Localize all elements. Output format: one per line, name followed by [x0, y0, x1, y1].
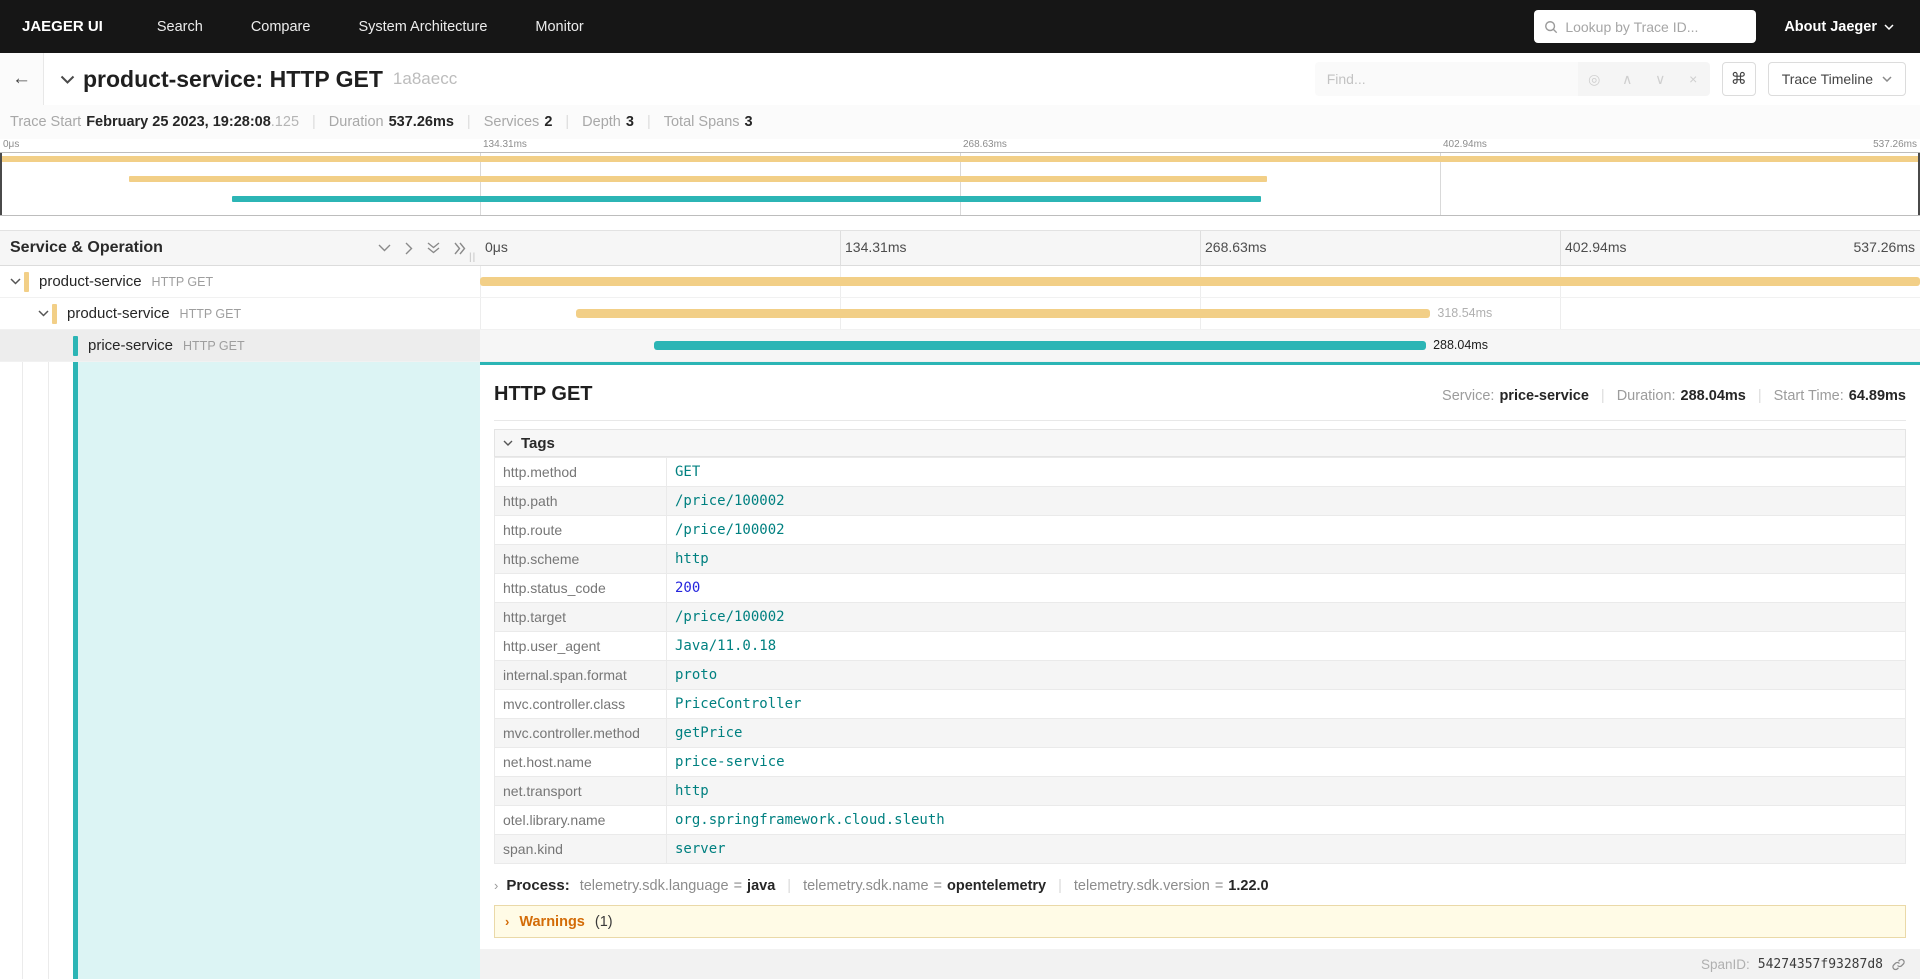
top-nav: JAEGER UI Search Compare System Architec… [0, 0, 1920, 53]
expand-one-icon[interactable] [405, 242, 413, 255]
tag-row: span.kind server [494, 834, 1906, 864]
tag-row: http.route/price/100002 [494, 515, 1906, 545]
span-color-strip [52, 303, 57, 324]
tags-table: http.method GET http.path/price/100002 ht… [494, 457, 1906, 864]
trace-page-header: ← product-service: HTTP GET 1a8aecc ◎ ∧ … [0, 53, 1920, 105]
span-id-value: 54274357f93287d8 [1757, 956, 1883, 972]
trace-lookup-box [1534, 10, 1757, 43]
nav-item-compare[interactable]: Compare [227, 0, 335, 53]
back-button[interactable]: ← [0, 53, 44, 105]
focus-match-icon[interactable]: ◎ [1578, 71, 1611, 88]
trace-start-label: Trace Start [10, 114, 82, 130]
span-duration-label: 318.54ms [1437, 306, 1493, 320]
trace-id-short: 1a8aecc [392, 69, 458, 88]
collapse-all-icon[interactable] [427, 242, 440, 254]
prev-match-icon[interactable]: ∧ [1611, 71, 1644, 88]
minimap-span-bar [128, 176, 1268, 182]
trace-lookup-input[interactable] [1565, 18, 1747, 35]
tags-accordion-header[interactable]: Tags [494, 429, 1906, 457]
selected-span-color-strip [73, 362, 78, 979]
span-row-product-service-child[interactable]: product-service HTTP GET 318.54ms [0, 298, 1920, 330]
depth-label: Depth [582, 114, 621, 130]
minimap-span-bar [232, 196, 1262, 202]
chevron-right-icon: › [505, 914, 510, 929]
nav-item-system-architecture[interactable]: System Architecture [334, 0, 511, 53]
tag-row: mvc.controller.method getPrice [494, 718, 1906, 748]
tag-row: http.target/price/100002 [494, 602, 1906, 632]
detail-left-gutter [0, 362, 480, 979]
warnings-accordion-header[interactable]: › Warnings (1) [494, 905, 1906, 938]
chevron-down-icon[interactable] [10, 278, 22, 285]
duration-value: 537.26ms [388, 114, 454, 130]
command-icon: ⌘ [1730, 71, 1747, 88]
tag-row: mvc.controller.class PriceController [494, 689, 1906, 719]
services-label: Services [483, 114, 540, 130]
minimap-span-bar [0, 156, 1920, 162]
collapse-trace-chevron-icon[interactable] [60, 75, 75, 84]
selected-span-highlight [73, 362, 480, 979]
span-operation-title: HTTP GET [494, 383, 593, 405]
span-bar[interactable] [654, 341, 1427, 350]
trace-title: product-service: HTTP GET [83, 65, 383, 92]
tag-row: otel.library.name org.springframework.clo… [494, 805, 1906, 835]
chevron-down-icon [1884, 23, 1894, 30]
app-logo[interactable]: JAEGER UI [22, 18, 103, 35]
link-icon[interactable] [1891, 957, 1906, 972]
keyboard-shortcuts-button[interactable]: ⌘ [1721, 62, 1756, 96]
timeline-ruler: 0μs 134.31ms 268.63ms 402.94ms 537.26ms [480, 231, 1920, 265]
collapse-one-icon[interactable] [378, 244, 391, 252]
back-arrow-icon: ← [12, 68, 31, 89]
chevron-down-icon [1882, 76, 1892, 82]
tag-row: http.status_code 200 [494, 573, 1906, 603]
span-row-product-service-root[interactable]: product-service HTTP GET [0, 266, 1920, 298]
span-bar[interactable] [480, 277, 1920, 286]
tag-row: net.host.name price-service [494, 747, 1906, 777]
tag-row: http.user_agent Java/11.0.18 [494, 631, 1906, 661]
span-color-strip [73, 335, 78, 356]
trace-summary-bar: Trace Start February 25 2023, 19:28:08.1… [0, 105, 1920, 139]
minimap-time-labels: 0μs 134.31ms 268.63ms 402.94ms 537.26ms [3, 139, 1917, 150]
detail-service-value: price-service [1499, 388, 1589, 404]
next-match-icon[interactable]: ∨ [1644, 71, 1677, 88]
total-spans-label: Total Spans [663, 114, 740, 130]
warnings-count: (1) [594, 913, 613, 930]
depth-value: 3 [625, 114, 634, 130]
tag-row: http.scheme http [494, 544, 1906, 574]
column-resize-handle[interactable]: || [469, 252, 476, 263]
chevron-down-icon[interactable] [38, 310, 50, 317]
span-bar[interactable] [576, 309, 1431, 318]
services-value: 2 [544, 114, 553, 130]
nav-item-search[interactable]: Search [133, 0, 227, 53]
timeline-grid-header: Service & Operation || 0μs 134.31ms 268.… [0, 230, 1920, 266]
chevron-right-icon: › [494, 878, 499, 893]
span-duration-label: 288.04ms [1433, 338, 1488, 352]
tag-row: internal.span.format proto [494, 660, 1906, 690]
detail-duration-value: 288.04ms [1680, 388, 1746, 404]
span-color-strip [24, 271, 29, 292]
trace-start-value: February 25 2023, 19:28:08.125 [86, 114, 300, 130]
chevron-down-icon [503, 440, 513, 446]
span-id-footer: SpanID: 54274357f93287d8 [480, 949, 1920, 979]
process-accordion-header[interactable]: › Process: telemetry.sdk.language = java… [494, 877, 1906, 894]
expand-all-icon[interactable] [454, 242, 466, 255]
trace-minimap[interactable] [0, 152, 1920, 216]
span-rows: product-service HTTP GET product-service… [0, 266, 1920, 362]
about-jaeger-menu[interactable]: About Jaeger [1784, 19, 1894, 35]
nav-item-monitor[interactable]: Monitor [511, 0, 607, 53]
minimap-left-scrubber[interactable] [0, 153, 2, 215]
tag-row: http.path/price/100002 [494, 486, 1906, 516]
detail-start-value: 64.89ms [1848, 388, 1906, 404]
clear-find-icon[interactable]: × [1677, 71, 1710, 87]
service-operation-header: Service & Operation [10, 239, 163, 256]
find-input[interactable] [1314, 62, 1578, 96]
duration-label: Duration [328, 114, 384, 130]
trace-view-selector[interactable]: Trace Timeline [1767, 62, 1906, 96]
search-icon [1544, 20, 1558, 34]
tag-row: net.transport http [494, 776, 1906, 806]
tag-row: http.method GET [494, 457, 1906, 487]
span-row-price-service[interactable]: price-service HTTP GET 288.04ms [0, 330, 1920, 362]
total-spans-value: 3 [744, 114, 753, 130]
span-detail-panel: HTTP GET Service: price-service | Durati… [480, 362, 1920, 979]
find-bar: ◎ ∧ ∨ × [1314, 62, 1710, 96]
